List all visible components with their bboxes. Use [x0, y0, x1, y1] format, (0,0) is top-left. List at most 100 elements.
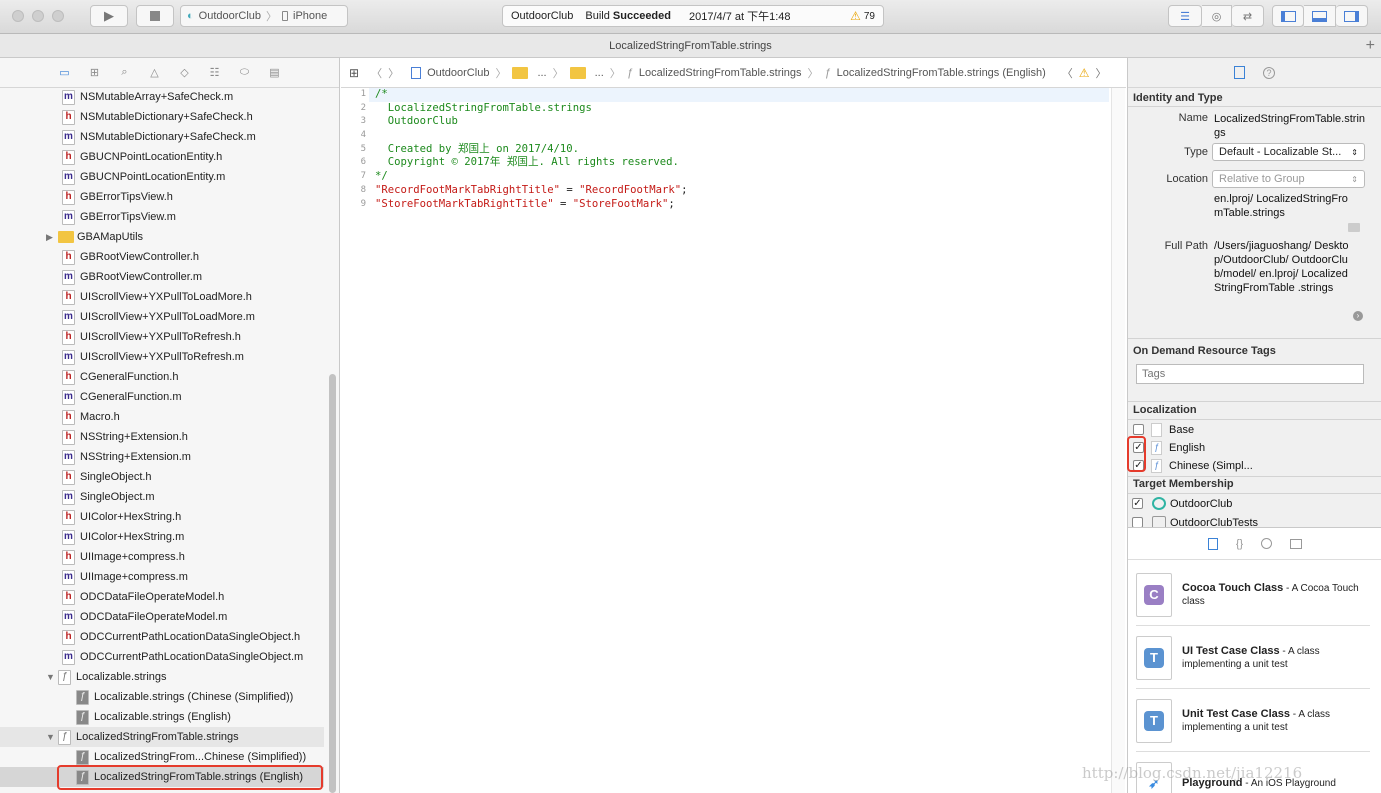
navigator-row[interactable]: m CGeneralFunction.m: [0, 387, 324, 407]
navigator-row[interactable]: h Macro.h: [0, 407, 324, 427]
toggle-utilities-button[interactable]: [1336, 5, 1368, 27]
code-line[interactable]: "RecordFootMarkTabRightTitle" = "RecordF…: [375, 184, 1115, 198]
run-button[interactable]: ▶: [90, 5, 128, 27]
code-line[interactable]: /*: [375, 88, 1115, 102]
jump-folder1[interactable]: ...: [537, 67, 546, 79]
file-inspector-icon[interactable]: [1234, 66, 1245, 79]
minimize-window-button[interactable]: [32, 10, 44, 22]
code-line[interactable]: [375, 129, 1115, 143]
disclosure-down-icon[interactable]: ▼: [46, 672, 58, 682]
report-icon[interactable]: ▤: [266, 66, 283, 80]
prev-issue-icon[interactable]: 〈: [1062, 65, 1073, 81]
code-area[interactable]: /* LocalizedStringFromTable.strings Outd…: [375, 88, 1115, 211]
name-value[interactable]: LocalizedStringFromTable.strings: [1214, 112, 1370, 140]
navigator-row[interactable]: m UIImage+compress.m: [0, 567, 324, 587]
navigator-row[interactable]: h CGeneralFunction.h: [0, 367, 324, 387]
navigator-row[interactable]: h ODCCurrentPathLocationDataSingleObject.…: [0, 627, 324, 647]
navigator-row[interactable]: ▼ ƒ Localizable.strings: [0, 667, 324, 687]
navigator-row[interactable]: m NSString+Extension.m: [0, 447, 324, 467]
navigator-row[interactable]: ▶ GBAMapUtils: [0, 227, 324, 247]
next-issue-icon[interactable]: 〉: [1096, 65, 1107, 81]
editor-scrollbar[interactable]: [1111, 88, 1125, 793]
navigator-row[interactable]: m GBRootViewController.m: [0, 267, 324, 287]
back-arrow-icon[interactable]: 〈: [371, 65, 382, 81]
tags-input[interactable]: [1136, 364, 1364, 384]
navigator-row[interactable]: m GBErrorTipsView.m: [0, 207, 324, 227]
related-items-icon[interactable]: ⊞: [349, 66, 359, 80]
breakpoint-icon[interactable]: ⬭: [236, 66, 253, 80]
assistant-editor-button[interactable]: ◎: [1202, 5, 1232, 27]
warning-icon[interactable]: ⚠: [1079, 66, 1090, 80]
code-line[interactable]: Copyright © 2017年 郑国上. All rights reserv…: [375, 156, 1115, 170]
warning-icon[interactable]: ⚠: [850, 9, 861, 23]
folder-icon[interactable]: ▭: [56, 66, 73, 80]
object-library-icon[interactable]: [1261, 538, 1273, 549]
warning-count[interactable]: 79: [864, 11, 875, 22]
navigator-row[interactable]: ƒ Localizable.strings (English): [0, 707, 324, 727]
navigator-row[interactable]: h GBRootViewController.h: [0, 247, 324, 267]
toggle-debug-button[interactable]: [1304, 5, 1336, 27]
navigator-scrollbar[interactable]: [329, 374, 336, 793]
code-line[interactable]: OutdoorClub: [375, 115, 1115, 129]
close-window-button[interactable]: [12, 10, 24, 22]
navigator-row[interactable]: m GBUCNPointLocationEntity.m: [0, 167, 324, 187]
toggle-navigator-button[interactable]: [1272, 5, 1304, 27]
code-line[interactable]: */: [375, 170, 1115, 184]
code-line[interactable]: "StoreFootMarkTabRightTitle" = "StoreFoo…: [375, 198, 1115, 212]
disclosure-down-icon[interactable]: ▼: [46, 732, 58, 742]
tab-title[interactable]: LocalizedStringFromTable.strings: [609, 40, 772, 52]
navigator-row[interactable]: ▼ ƒ LocalizedStringFromTable.strings: [0, 727, 324, 747]
navigator-row[interactable]: ƒ LocalizedStringFrom...Chinese (Simplifi…: [0, 747, 324, 767]
debug-icon[interactable]: ☷: [206, 66, 223, 80]
code-snippet-icon[interactable]: {}: [1236, 538, 1243, 550]
standard-editor-button[interactable]: ☰: [1168, 5, 1202, 27]
navigator-row[interactable]: m UIScrollView+YXPullToLoadMore.m: [0, 307, 324, 327]
scheme-selector[interactable]: ◐ OutdoorClub 〉 iPhone: [180, 5, 348, 27]
navigator-row[interactable]: m ODCDataFileOperateModel.m: [0, 607, 324, 627]
disclosure-right-icon[interactable]: ▶: [46, 232, 58, 243]
type-popup[interactable]: Default - Localizable St... ⇕: [1212, 143, 1365, 161]
target-checkbox[interactable]: ✓: [1132, 498, 1143, 509]
navigator-row[interactable]: h NSMutableDictionary+SafeCheck.h: [0, 107, 324, 127]
add-tab-icon[interactable]: +: [1366, 37, 1375, 55]
issue-icon[interactable]: △: [146, 66, 163, 80]
forward-arrow-icon[interactable]: 〉: [388, 65, 399, 81]
file-template-item[interactable]: T Unit Test Case Class - A class implemen…: [1136, 690, 1370, 752]
jump-project[interactable]: OutdoorClub: [427, 67, 489, 79]
file-template-item[interactable]: C Cocoa Touch Class - A Cocoa Touch class: [1136, 564, 1370, 626]
reveal-folder-icon[interactable]: [1348, 223, 1360, 232]
navigator-row[interactable]: m UIScrollView+YXPullToRefresh.m: [0, 347, 324, 367]
stop-button[interactable]: [136, 5, 174, 27]
search-icon[interactable]: ⌕: [116, 66, 133, 80]
zoom-window-button[interactable]: [52, 10, 64, 22]
navigator-row[interactable]: h UIScrollView+YXPullToLoadMore.h: [0, 287, 324, 307]
localization-checkbox[interactable]: [1133, 424, 1144, 435]
navigator-row[interactable]: h UIImage+compress.h: [0, 547, 324, 567]
navigator-row[interactable]: h ODCDataFileOperateModel.h: [0, 587, 324, 607]
reveal-arrow-icon[interactable]: ›: [1353, 311, 1363, 321]
navigator-row[interactable]: h SingleObject.h: [0, 467, 324, 487]
navigator-row[interactable]: ƒ Localizable.strings (Chinese (Simplifie…: [0, 687, 324, 707]
jump-file[interactable]: LocalizedStringFromTable.strings: [639, 67, 802, 79]
navigator-row[interactable]: m NSMutableDictionary+SafeCheck.m: [0, 127, 324, 147]
test-icon[interactable]: ◇: [176, 66, 193, 80]
code-line[interactable]: Created by 郑国上 on 2017/4/10.: [375, 143, 1115, 157]
navigator-row[interactable]: h UIColor+HexString.h: [0, 507, 324, 527]
navigator-row[interactable]: h NSString+Extension.h: [0, 427, 324, 447]
navigator-row[interactable]: h GBUCNPointLocationEntity.h: [0, 147, 324, 167]
navigator-row[interactable]: m SingleObject.m: [0, 487, 324, 507]
navigator-row[interactable]: m NSMutableArray+SafeCheck.m: [0, 87, 324, 107]
navigator-row[interactable]: h UIScrollView+YXPullToRefresh.h: [0, 327, 324, 347]
version-editor-button[interactable]: ⇄: [1232, 5, 1264, 27]
navigator-row[interactable]: m UIColor+HexString.m: [0, 527, 324, 547]
file-template-item[interactable]: T UI Test Case Class - A class implementi…: [1136, 627, 1370, 689]
location-popup[interactable]: Relative to Group ⇕: [1212, 170, 1365, 188]
help-icon[interactable]: ?: [1263, 66, 1275, 79]
navigator-row[interactable]: m ODCCurrentPathLocationDataSingleObject.…: [0, 647, 324, 667]
jump-variant[interactable]: LocalizedStringFromTable.strings (Englis…: [837, 67, 1046, 79]
file-template-icon[interactable]: [1207, 537, 1218, 550]
code-line[interactable]: LocalizedStringFromTable.strings: [375, 102, 1115, 116]
symbol-navigator-icon[interactable]: ⊞: [86, 66, 103, 80]
media-library-icon[interactable]: [1290, 538, 1303, 549]
navigator-row[interactable]: h GBErrorTipsView.h: [0, 187, 324, 207]
